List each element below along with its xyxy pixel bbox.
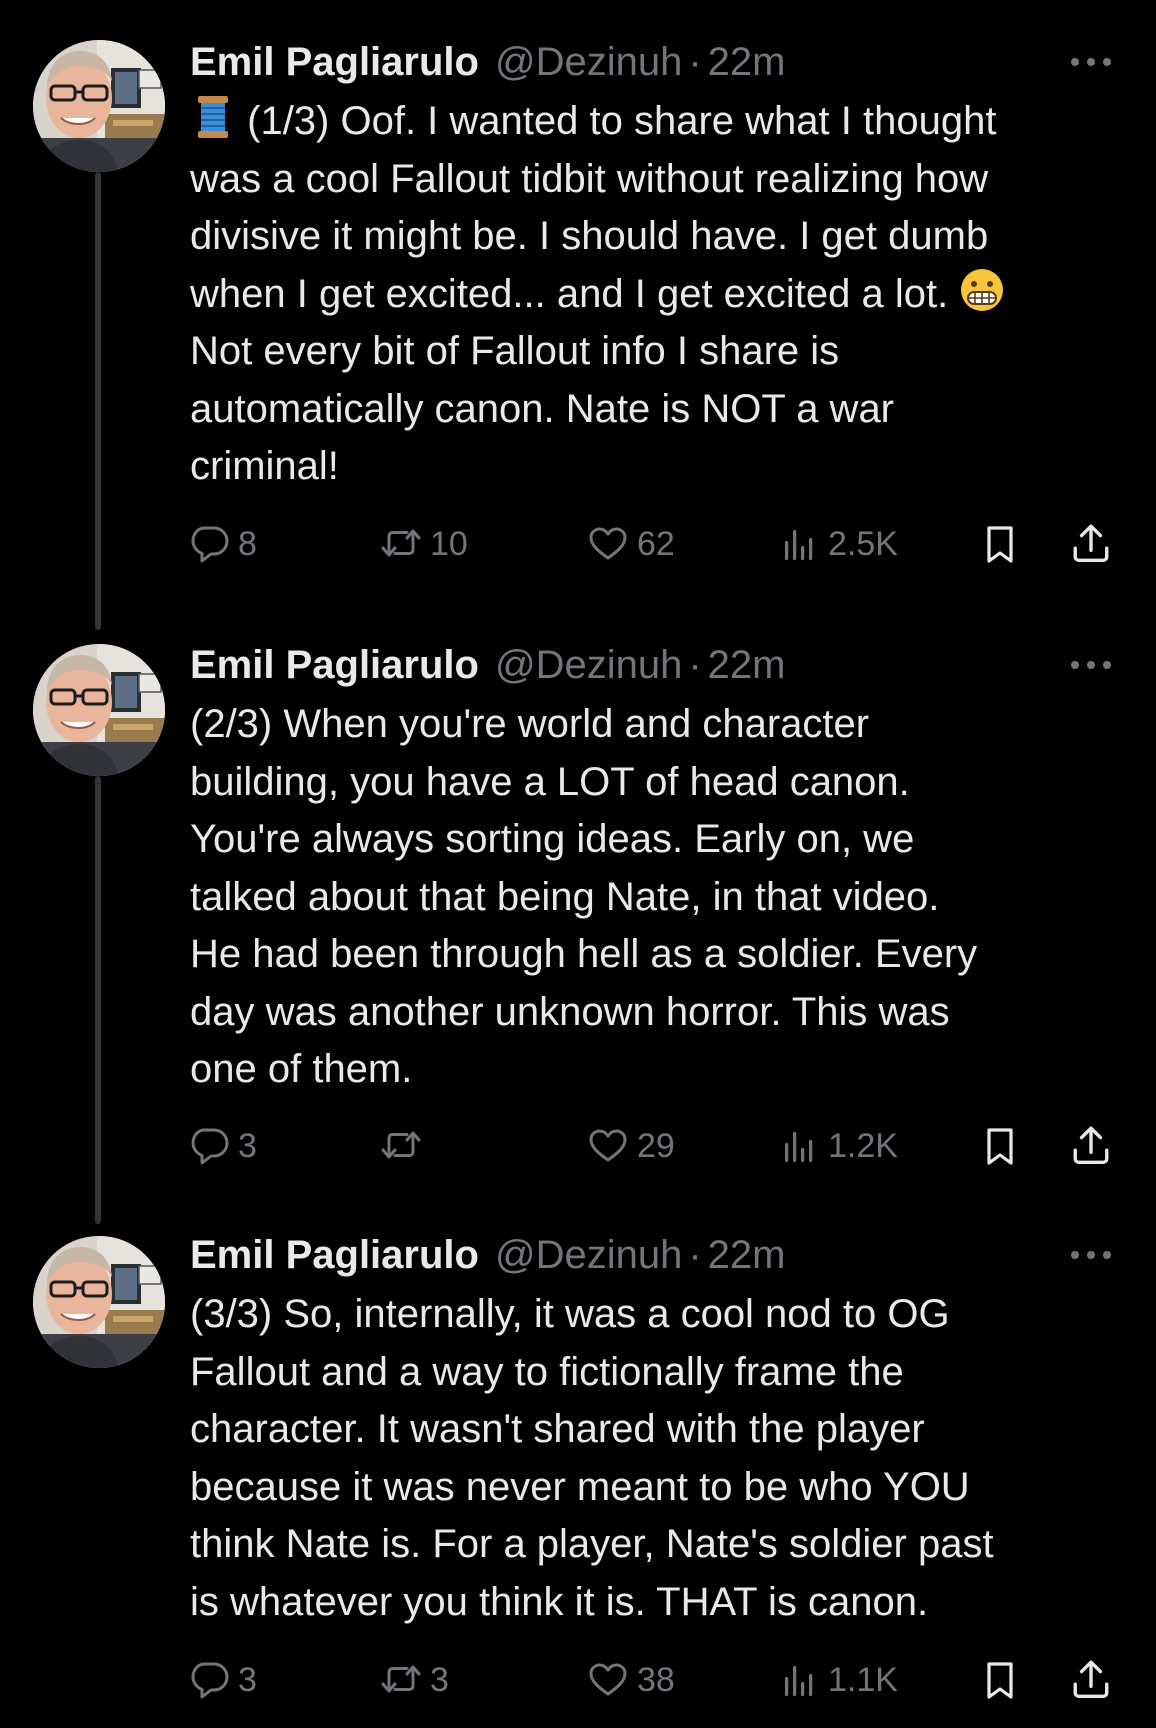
timestamp[interactable]: 22m xyxy=(708,640,786,690)
reply-icon xyxy=(191,526,229,563)
like-button[interactable]: 38 xyxy=(587,1655,675,1705)
bookmark-icon xyxy=(987,1128,1013,1165)
retweet-icon xyxy=(381,529,421,557)
author-name[interactable]: Emil Pagliarulo xyxy=(190,1230,479,1280)
share-button[interactable] xyxy=(1070,519,1112,569)
avatar[interactable] xyxy=(33,40,165,172)
retweet-button[interactable]: 10 xyxy=(380,519,468,569)
retweet-icon xyxy=(381,1665,421,1693)
separator-dot: · xyxy=(688,1233,702,1277)
like-button[interactable]: 29 xyxy=(587,1121,675,1171)
thread-line xyxy=(95,172,101,630)
timestamp[interactable]: 22m xyxy=(708,1230,786,1280)
timestamp[interactable]: 22m xyxy=(708,37,786,87)
reply-count: 3 xyxy=(238,1660,257,1699)
views-button[interactable]: 2.5K xyxy=(780,519,898,569)
reply-count: 8 xyxy=(238,524,257,563)
bookmark-button[interactable] xyxy=(980,1121,1020,1171)
retweet-icon xyxy=(381,1131,421,1159)
views-count: 1.1K xyxy=(828,1660,898,1699)
views-icon xyxy=(785,1666,813,1696)
more-icon[interactable] xyxy=(1066,640,1116,690)
views-icon xyxy=(785,530,813,560)
author-name[interactable]: Emil Pagliarulo xyxy=(190,640,479,690)
tweet-header: Emil Pagliarulo @Dezinuh · 22m xyxy=(190,1230,1116,1280)
author-name[interactable]: Emil Pagliarulo xyxy=(190,37,479,87)
reply-button[interactable]: 3 xyxy=(190,1121,257,1171)
tweet-text: (2/3) When you're world and character bu… xyxy=(190,702,978,1091)
like-icon xyxy=(589,527,627,560)
retweet-button[interactable] xyxy=(380,1121,430,1171)
retweet-count: 3 xyxy=(430,1660,449,1699)
more-icon[interactable] xyxy=(1066,37,1116,87)
views-icon xyxy=(785,1132,813,1162)
tweet-text: (3/3) So, internally, it was a cool nod … xyxy=(190,1292,994,1624)
tweet-text: (1/3) Oof. I wanted to share what I thou… xyxy=(190,93,1120,496)
views-button[interactable]: 1.1K xyxy=(780,1655,898,1705)
bookmark-icon xyxy=(987,526,1013,563)
action-bar: 8 10 62 2.5K xyxy=(190,519,1120,569)
bookmark-button[interactable] xyxy=(980,519,1020,569)
bookmark-icon xyxy=(987,1662,1013,1699)
views-count: 1.2K xyxy=(828,1126,898,1165)
reply-icon xyxy=(191,1128,229,1165)
bookmark-button[interactable] xyxy=(980,1655,1020,1705)
tweet-text-main: (1/3) Oof. I wanted to share what I thou… xyxy=(190,99,997,316)
reply-icon xyxy=(191,1662,229,1699)
retweet-count: 10 xyxy=(430,524,468,563)
share-button[interactable] xyxy=(1070,1121,1112,1171)
action-bar: 3 29 1.2K xyxy=(190,1121,1120,1171)
avatar[interactable] xyxy=(33,644,165,776)
tweet-text-tail: Not every bit of Fallout info I share is… xyxy=(190,329,895,488)
tweet-header: Emil Pagliarulo @Dezinuh · 22m xyxy=(190,37,1116,87)
action-bar: 3 3 38 1.1K xyxy=(190,1655,1120,1705)
avatar[interactable] xyxy=(33,1236,165,1368)
reply-button[interactable]: 3 xyxy=(190,1655,257,1705)
reply-button[interactable]: 8 xyxy=(190,519,257,569)
author-handle[interactable]: @Dezinuh xyxy=(495,37,682,87)
views-count: 2.5K xyxy=(828,524,898,563)
separator-dot: · xyxy=(688,40,702,84)
like-count: 29 xyxy=(637,1126,675,1165)
share-icon xyxy=(1073,524,1109,562)
separator-dot: · xyxy=(688,643,702,687)
more-icon[interactable] xyxy=(1066,1230,1116,1280)
like-icon xyxy=(589,1663,627,1696)
tweet-header: Emil Pagliarulo @Dezinuh · 22m xyxy=(190,640,1116,690)
like-icon xyxy=(589,1129,627,1162)
views-button[interactable]: 1.2K xyxy=(780,1121,898,1171)
like-button[interactable]: 62 xyxy=(587,519,675,569)
like-count: 38 xyxy=(637,1660,675,1699)
spool-emoji-icon xyxy=(197,95,229,139)
author-handle[interactable]: @Dezinuh xyxy=(495,1230,682,1280)
thread-line xyxy=(95,776,101,1224)
reply-count: 3 xyxy=(238,1126,257,1165)
retweet-button[interactable]: 3 xyxy=(380,1655,449,1705)
share-icon xyxy=(1073,1126,1109,1164)
like-count: 62 xyxy=(637,524,675,563)
grimace-emoji-icon xyxy=(960,267,1005,312)
share-icon xyxy=(1073,1660,1109,1698)
author-handle[interactable]: @Dezinuh xyxy=(495,640,682,690)
share-button[interactable] xyxy=(1070,1655,1112,1705)
